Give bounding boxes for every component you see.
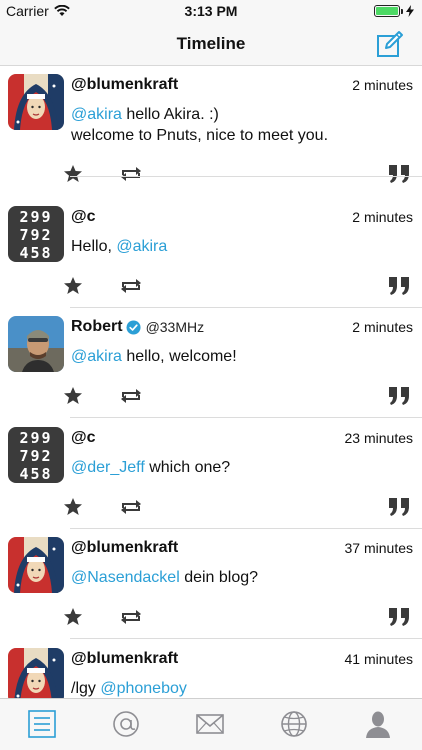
compose-icon[interactable] [376, 30, 404, 58]
post-text-body: hello, welcome! [121, 348, 237, 365]
post-username[interactable]: @blumenkraft [71, 539, 178, 557]
avatar-row: 792 [19, 447, 53, 465]
flag-portrait-image [8, 537, 64, 593]
post-actions [0, 276, 422, 300]
clock: 3:13 PM [184, 3, 238, 19]
at-icon[interactable] [110, 709, 142, 739]
star-icon[interactable] [63, 497, 83, 517]
post-timestamp: 23 minutes [344, 430, 413, 446]
mention-link[interactable]: @phoneboy [100, 680, 187, 697]
post-item[interactable]: @blumenkraft 41 minutes /lgy @phoneboy [0, 640, 422, 698]
post-text: @Nasendackel dein blog? [71, 567, 412, 588]
post-text-body: which one? [144, 459, 231, 476]
post-text-body: dein blog? [179, 569, 259, 586]
avatar[interactable] [8, 316, 64, 372]
post-text-body: Hello, [71, 238, 117, 255]
battery-fill [376, 7, 398, 15]
flag-portrait-image [8, 648, 64, 698]
quote-icon[interactable] [388, 497, 410, 517]
repost-icon[interactable] [119, 497, 143, 517]
post-item[interactable]: 299 792 458 @c 23 minutes @der_Jeff whic… [0, 419, 422, 530]
repost-icon[interactable] [119, 276, 143, 296]
post-username[interactable]: Robert [71, 318, 123, 336]
post-text: Hello, @akira [71, 236, 412, 257]
globe-icon[interactable] [278, 709, 310, 739]
mention-link[interactable]: @der_Jeff [71, 459, 145, 476]
divider [70, 417, 422, 418]
star-icon[interactable] [63, 276, 83, 296]
post-text: @akira hello Akira. :) welcome to Pnuts,… [71, 104, 412, 146]
repost-icon[interactable] [119, 386, 143, 406]
avatar-row: 299 [19, 429, 53, 447]
post-item[interactable]: @blumenkraft 37 minutes @Nasendackel dei… [0, 529, 422, 640]
star-icon[interactable] [63, 607, 83, 627]
repost-icon[interactable] [119, 164, 143, 184]
post-text-line: welcome to Pnuts, nice to meet you. [71, 127, 329, 144]
status-bar: Carrier 3:13 PM [0, 0, 422, 22]
post-item[interactable]: @blumenkraft 2 minutes @akira hello Akir… [0, 66, 422, 183]
post-timestamp: 41 minutes [344, 651, 413, 667]
battery-body [374, 5, 400, 17]
envelope-icon[interactable] [194, 709, 226, 739]
post-actions [0, 607, 422, 631]
divider [70, 638, 422, 639]
star-icon[interactable] [63, 164, 83, 184]
charging-bolt-icon [406, 5, 414, 17]
avatar-row: 458 [19, 244, 53, 262]
selfie-photo-image [8, 316, 64, 372]
post-handle[interactable]: @33MHz [146, 319, 205, 335]
avatar[interactable] [8, 537, 64, 593]
repost-icon[interactable] [119, 607, 143, 627]
post-item[interactable]: 299 792 458 @c 2 minutes Hello, @akira [0, 198, 422, 309]
avatar[interactable]: 299 792 458 [8, 427, 64, 483]
battery-indicator [374, 5, 414, 17]
quote-icon[interactable] [388, 607, 410, 627]
navigation-bar: Timeline [0, 22, 422, 66]
post-actions [0, 386, 422, 410]
mention-link[interactable]: @akira [116, 238, 167, 255]
quote-icon[interactable] [388, 164, 410, 184]
avatar[interactable] [8, 74, 64, 130]
post-actions [0, 497, 422, 521]
battery-cap [401, 8, 403, 14]
avatar[interactable] [8, 648, 64, 698]
post-timestamp: 2 minutes [352, 319, 413, 335]
mention-link[interactable]: @akira [71, 348, 122, 365]
tab-bar [0, 698, 422, 750]
post-author[interactable]: Robert @33MHz [71, 318, 204, 336]
post-username[interactable]: @c [71, 208, 96, 226]
quote-icon[interactable] [388, 276, 410, 296]
post-text-body: /lgy [71, 680, 101, 697]
avatar-row: 458 [19, 465, 53, 483]
star-icon[interactable] [63, 386, 83, 406]
timeline-list[interactable]: @blumenkraft 2 minutes @akira hello Akir… [0, 66, 422, 698]
flag-portrait-image [8, 74, 64, 130]
avatar-row: 299 [19, 208, 53, 226]
verified-badge-icon [126, 319, 141, 335]
mention-link[interactable]: @Nasendackel [71, 569, 180, 586]
avatar-row: 792 [19, 226, 53, 244]
person-icon[interactable] [362, 709, 394, 739]
post-timestamp: 2 minutes [352, 209, 413, 225]
post-timestamp: 37 minutes [344, 540, 413, 556]
post-item[interactable]: Robert @33MHz 2 minutes @akira hello, we… [0, 308, 422, 419]
post-username[interactable]: @blumenkraft [71, 650, 178, 668]
post-text: /lgy @phoneboy [71, 678, 412, 698]
post-text: @akira hello, welcome! [71, 346, 412, 367]
post-username[interactable]: @blumenkraft [71, 76, 178, 94]
post-username[interactable]: @c [71, 429, 96, 447]
post-text: @der_Jeff which one? [71, 457, 412, 478]
page-title: Timeline [176, 34, 246, 53]
post-text-body: hello Akira. :) [121, 106, 219, 123]
mention-link[interactable]: @akira [71, 106, 122, 123]
avatar[interactable]: 299 792 458 [8, 206, 64, 262]
quote-icon[interactable] [388, 386, 410, 406]
list-icon[interactable] [26, 709, 58, 739]
divider [70, 176, 422, 177]
post-timestamp: 2 minutes [352, 77, 413, 93]
